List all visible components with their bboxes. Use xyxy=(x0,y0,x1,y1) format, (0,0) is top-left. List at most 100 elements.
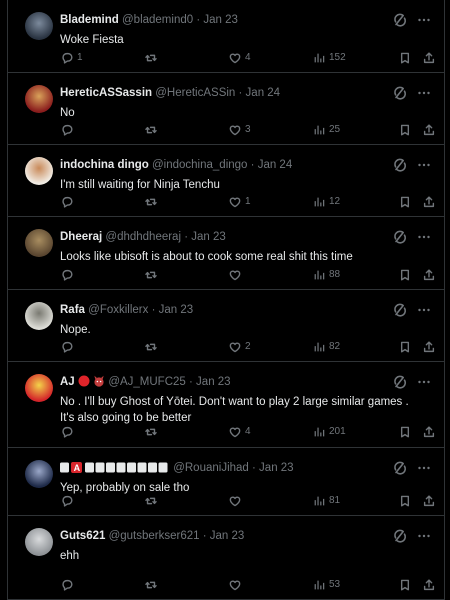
more-options-icon[interactable] xyxy=(416,528,432,544)
post-time[interactable]: Jan 23 xyxy=(159,304,194,316)
share-button[interactable] xyxy=(422,578,436,592)
repost-button[interactable] xyxy=(144,340,161,354)
share-button[interactable] xyxy=(422,268,436,282)
share-button[interactable] xyxy=(422,494,436,508)
like-button[interactable]: 4 xyxy=(228,425,251,439)
post-time[interactable]: Jan 23 xyxy=(259,462,294,474)
avatar[interactable] xyxy=(25,528,53,556)
reply-button[interactable] xyxy=(60,425,77,439)
display-name[interactable]: indochina dingo xyxy=(60,159,149,171)
like-button[interactable] xyxy=(228,578,245,592)
reply-button[interactable] xyxy=(60,268,77,282)
grok-icon[interactable] xyxy=(392,374,408,390)
post-time[interactable]: Jan 24 xyxy=(258,159,293,171)
bookmark-button[interactable] xyxy=(398,340,412,354)
share-button[interactable] xyxy=(422,195,436,209)
views-button[interactable]: 82 xyxy=(312,340,340,354)
repost-button[interactable] xyxy=(144,195,161,209)
more-options-icon[interactable] xyxy=(416,374,432,390)
bookmark-button[interactable] xyxy=(398,195,412,209)
reply-post[interactable]: A @RouaniJihad · Jan 23 Yep, probably on … xyxy=(8,448,444,516)
reply-post[interactable]: Guts621 @gutsberkser621 · Jan 23 ehh 53 xyxy=(8,516,444,600)
grok-icon[interactable] xyxy=(392,460,408,476)
repost-button[interactable] xyxy=(144,425,161,439)
like-button[interactable]: 4 xyxy=(228,51,251,65)
avatar[interactable] xyxy=(25,374,53,402)
grok-icon[interactable] xyxy=(392,157,408,173)
display-name[interactable]: Blademind xyxy=(60,14,119,26)
grok-icon[interactable] xyxy=(392,302,408,318)
display-name[interactable]: Guts621 xyxy=(60,530,105,542)
like-button[interactable]: 2 xyxy=(228,340,251,354)
bookmark-button[interactable] xyxy=(398,578,412,592)
like-button[interactable]: 3 xyxy=(228,123,251,137)
share-button[interactable] xyxy=(422,123,436,137)
post-time[interactable]: Jan 23 xyxy=(196,376,231,388)
user-handle[interactable]: @blademind0 xyxy=(122,14,193,26)
repost-button[interactable] xyxy=(144,123,161,137)
views-button[interactable]: 81 xyxy=(312,494,340,508)
reply-post[interactable]: indochina dingo @indochina_dingo · Jan 2… xyxy=(8,145,444,217)
views-button[interactable]: 25 xyxy=(312,123,340,137)
display-name[interactable]: HereticASSassin xyxy=(60,87,152,99)
grok-icon[interactable] xyxy=(392,528,408,544)
views-button[interactable]: 88 xyxy=(312,268,340,282)
like-button[interactable] xyxy=(228,494,245,508)
user-handle[interactable]: @dhdhdheeraj xyxy=(105,231,181,243)
repost-button[interactable] xyxy=(144,494,161,508)
reply-button[interactable] xyxy=(60,578,77,592)
more-options-icon[interactable] xyxy=(416,85,432,101)
share-button[interactable] xyxy=(422,51,436,65)
repost-button[interactable] xyxy=(144,51,161,65)
post-time[interactable]: Jan 23 xyxy=(210,530,245,542)
user-handle[interactable]: @AJ_MUFC25 xyxy=(108,376,186,388)
bookmark-button[interactable] xyxy=(398,494,412,508)
grok-icon[interactable] xyxy=(392,229,408,245)
views-button[interactable]: 53 xyxy=(312,578,340,592)
views-button[interactable]: 201 xyxy=(312,425,346,439)
reply-button[interactable] xyxy=(60,340,77,354)
reply-button[interactable] xyxy=(60,123,77,137)
repost-button[interactable] xyxy=(144,578,161,592)
display-name[interactable]: AJ xyxy=(60,376,75,388)
bookmark-button[interactable] xyxy=(398,51,412,65)
user-handle[interactable]: @RouaniJihad xyxy=(173,462,249,474)
post-time[interactable]: Jan 24 xyxy=(246,87,281,99)
avatar[interactable] xyxy=(25,85,53,113)
reply-post[interactable]: Rafa @Foxkillerx · Jan 23 Nope. 2 82 xyxy=(8,290,444,362)
more-options-icon[interactable] xyxy=(416,302,432,318)
user-handle[interactable]: @HereticASSin xyxy=(155,87,235,99)
like-button[interactable]: 1 xyxy=(228,195,251,209)
share-button[interactable] xyxy=(422,340,436,354)
post-time[interactable]: Jan 23 xyxy=(203,14,238,26)
reply-post[interactable]: HereticASSassin @HereticASSin · Jan 24 No… xyxy=(8,73,444,145)
grok-icon[interactable] xyxy=(392,12,408,28)
reply-post[interactable]: Dheeraj @dhdhdheeraj · Jan 23 Looks like … xyxy=(8,217,444,290)
post-time[interactable]: Jan 23 xyxy=(191,231,226,243)
like-button[interactable] xyxy=(228,268,245,282)
share-button[interactable] xyxy=(422,425,436,439)
reply-post[interactable]: AJ @AJ_MUFC25 · Jan 23 No . I'll buy Ghos… xyxy=(8,362,444,448)
avatar[interactable] xyxy=(25,157,53,185)
reply-button[interactable] xyxy=(60,195,77,209)
avatar[interactable] xyxy=(25,460,53,488)
display-name[interactable]: Dheeraj xyxy=(60,231,102,243)
reply-button[interactable] xyxy=(60,494,77,508)
bookmark-button[interactable] xyxy=(398,123,412,137)
avatar[interactable] xyxy=(25,302,53,330)
more-options-icon[interactable] xyxy=(416,460,432,476)
grok-icon[interactable] xyxy=(392,85,408,101)
bookmark-button[interactable] xyxy=(398,268,412,282)
views-button[interactable]: 152 xyxy=(312,51,346,65)
more-options-icon[interactable] xyxy=(416,157,432,173)
display-name[interactable]: Rafa xyxy=(60,304,85,316)
reply-button[interactable]: 1 xyxy=(60,51,83,65)
avatar[interactable] xyxy=(25,229,53,257)
user-handle[interactable]: @Foxkillerx xyxy=(88,304,148,316)
user-handle[interactable]: @gutsberkser621 xyxy=(109,530,200,542)
avatar[interactable] xyxy=(25,12,53,40)
user-handle[interactable]: @indochina_dingo xyxy=(152,159,247,171)
more-options-icon[interactable] xyxy=(416,12,432,28)
more-options-icon[interactable] xyxy=(416,229,432,245)
bookmark-button[interactable] xyxy=(398,425,412,439)
